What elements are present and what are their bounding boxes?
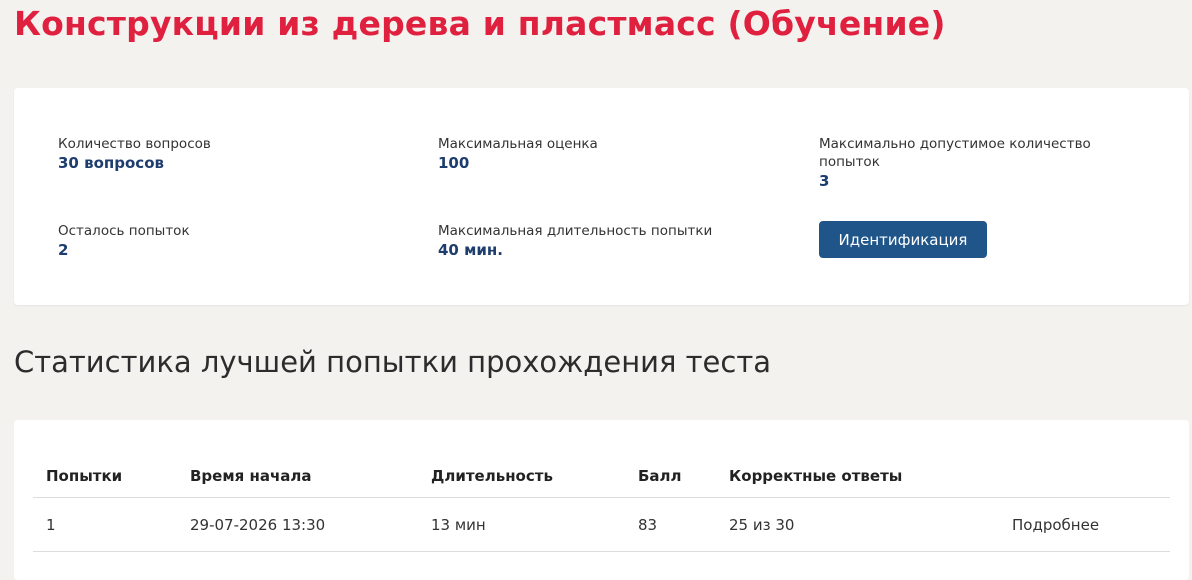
info-value: 3	[819, 172, 830, 190]
cell-correct: 25 из 30	[729, 516, 795, 534]
info-value: 40 мин.	[438, 241, 503, 259]
stats-section-title: Статистика лучшей попытки прохождения те…	[14, 345, 772, 379]
cell-duration: 13 мин	[431, 516, 486, 534]
info-value: 30 вопросов	[58, 154, 164, 172]
table-header: Попытки Время начала Длительность Балл К…	[33, 449, 1170, 498]
info-value: 100	[438, 154, 470, 172]
table-row: 1 29-07-2026 13:30 13 мин 83 25 из 30 По…	[33, 498, 1170, 552]
column-header-start-time: Время начала	[190, 467, 312, 485]
column-header-correct: Корректные ответы	[729, 467, 903, 485]
info-label: Максимальная оценка	[438, 136, 598, 152]
info-label: Максимальная длительность попытки	[438, 223, 713, 239]
info-max-duration: Максимальная длительность попытки 40 мин…	[438, 222, 768, 260]
column-header-attempts: Попытки	[46, 467, 123, 485]
column-header-duration: Длительность	[431, 467, 553, 485]
info-label: Максимально допустимое количество попыто…	[819, 136, 1091, 170]
info-attempts-left: Осталось попыток 2	[58, 222, 388, 260]
stats-table: Попытки Время начала Длительность Балл К…	[14, 420, 1189, 580]
info-question-count: Количество вопросов 30 вопросов	[58, 135, 388, 173]
cell-start-time: 29-07-2026 13:30	[190, 516, 326, 534]
info-value: 2	[58, 241, 69, 259]
cell-attempt: 1	[46, 516, 56, 534]
column-header-score: Балл	[638, 467, 682, 485]
cell-score: 83	[638, 516, 658, 534]
info-label: Осталось попыток	[58, 223, 190, 239]
info-max-attempts: Максимально допустимое количество попыто…	[819, 135, 1119, 191]
identification-button[interactable]: Идентификация	[819, 221, 987, 258]
info-label: Количество вопросов	[58, 136, 211, 152]
test-info-card: Количество вопросов 30 вопросов Максимал…	[14, 88, 1189, 305]
details-link[interactable]: Подробнее	[1012, 516, 1099, 534]
info-max-score: Максимальная оценка 100	[438, 135, 768, 173]
page-title: Конструкции из дерева и пластмасс (Обуче…	[14, 4, 946, 43]
